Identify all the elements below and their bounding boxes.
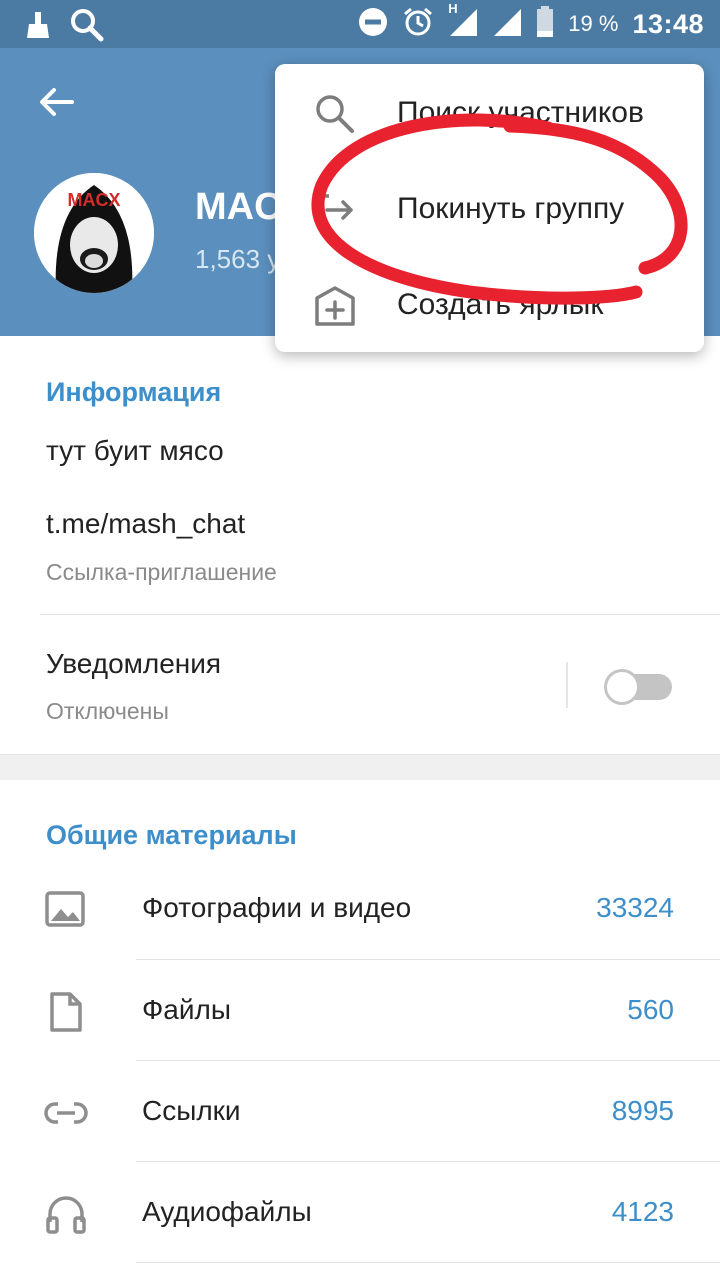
file-icon: [44, 990, 88, 1034]
media-section-title: Общие материалы: [46, 820, 297, 850]
notifications-label[interactable]: Уведомления: [46, 648, 221, 680]
info-section-title: Информация: [46, 377, 222, 407]
photo-icon: [44, 888, 88, 932]
divider: [40, 614, 720, 615]
divider: [136, 1262, 720, 1263]
menu-item-search-members[interactable]: Поиск участников: [275, 66, 704, 162]
alarm-icon: [402, 6, 434, 43]
media-count: 8995: [611, 1095, 674, 1126]
member-count: 1,563 y: [195, 244, 281, 274]
add-shortcut-icon: [313, 284, 357, 328]
cleaner-icon: [26, 10, 50, 45]
menu-item-label: Покинуть группу: [397, 192, 625, 225]
battery-percent: 19 %: [568, 11, 619, 36]
media-label: Ссылки: [142, 1095, 241, 1126]
section-separator: [0, 754, 720, 780]
status-bar: H 19 % 13:48: [0, 0, 720, 48]
media-row-audio[interactable]: Аудиофайлы 4123: [0, 1162, 720, 1262]
network-type-label: H: [448, 0, 458, 16]
media-count: 33324: [596, 892, 674, 923]
signal-icon: [492, 7, 522, 42]
media-row-links[interactable]: Ссылки 8995: [0, 1061, 720, 1161]
avatar-image: MACX: [34, 173, 154, 293]
back-button[interactable]: [30, 78, 82, 130]
invite-link-caption: Ссылка-приглашение: [46, 559, 277, 585]
link-icon: [44, 1091, 88, 1135]
invite-link[interactable]: t.me/mash_chat: [46, 508, 245, 540]
menu-item-label: Создать ярлык: [397, 288, 604, 321]
leave-icon: [313, 188, 357, 232]
search-icon: [313, 92, 357, 136]
media-row-files[interactable]: Файлы 560: [0, 960, 720, 1060]
avatar-text: MACX: [68, 190, 121, 210]
clock: 13:48: [632, 8, 704, 39]
media-label: Файлы: [142, 994, 231, 1025]
avatar[interactable]: MACX: [34, 173, 154, 293]
notifications-status: Отключены: [46, 698, 169, 724]
divider: [566, 662, 568, 708]
group-description: тут буит мясо: [46, 435, 224, 466]
media-label: Аудиофайлы: [142, 1196, 312, 1227]
media-row-photos[interactable]: Фотографии и видео 33324: [0, 858, 720, 958]
menu-item-create-shortcut[interactable]: Создать ярлык: [275, 258, 704, 354]
signal-icon: H: [448, 1, 478, 42]
search-icon: [70, 8, 104, 47]
do-not-disturb-icon: [358, 7, 388, 42]
media-label: Фотографии и видео: [142, 892, 412, 923]
headphones-icon: [44, 1192, 88, 1236]
arrow-back-icon: [38, 87, 74, 122]
menu-item-leave-group[interactable]: Покинуть группу: [275, 162, 704, 258]
media-count: 4123: [611, 1196, 674, 1227]
overflow-menu: Поиск участников Покинуть группу Создать…: [275, 64, 704, 352]
battery-icon: [536, 5, 554, 43]
media-count: 560: [627, 994, 674, 1025]
menu-item-label: Поиск участников: [397, 96, 644, 129]
toggle-knob: [604, 669, 640, 705]
notifications-toggle[interactable]: [604, 669, 672, 705]
